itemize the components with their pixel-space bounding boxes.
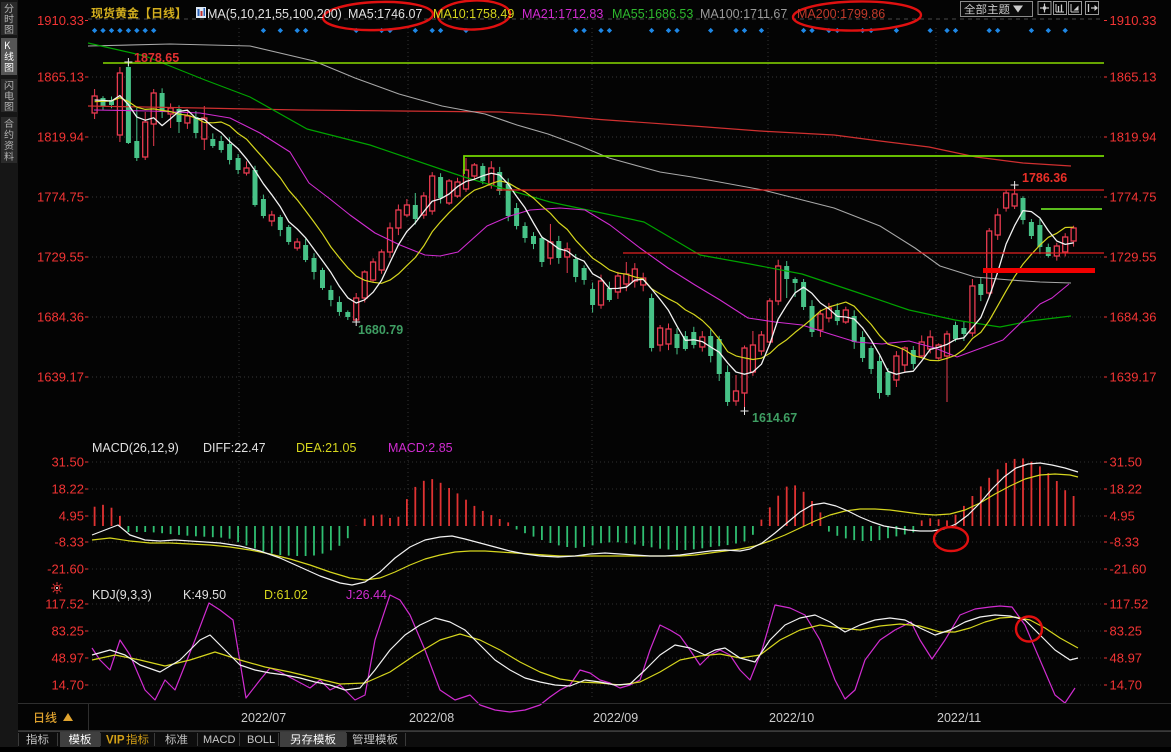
svg-text:48.97: 48.97: [51, 651, 84, 666]
svg-text:-8.33: -8.33: [54, 535, 84, 550]
svg-text:MA(5,10,21,55,100,200): MA(5,10,21,55,100,200): [207, 7, 342, 21]
svg-text:31.50: 31.50: [51, 455, 84, 470]
svg-text:1910.33: 1910.33: [37, 13, 84, 28]
svg-text:31.50: 31.50: [1110, 455, 1143, 470]
svg-text:1684.36: 1684.36: [1110, 310, 1157, 325]
svg-text:MACD:2.85: MACD:2.85: [388, 441, 453, 455]
svg-text:MA10:1758.49: MA10:1758.49: [433, 7, 514, 21]
svg-text:MA21:1712.83: MA21:1712.83: [522, 7, 603, 21]
svg-text:DEA:21.05: DEA:21.05: [296, 441, 357, 455]
svg-text:2022/08: 2022/08: [409, 711, 454, 725]
svg-text:2022/07: 2022/07: [241, 711, 286, 725]
svg-text:BOLL: BOLL: [247, 734, 275, 746]
svg-text:DIFF:22.47: DIFF:22.47: [203, 441, 266, 455]
svg-text:1819.94: 1819.94: [1110, 130, 1157, 145]
svg-text:83.25: 83.25: [1110, 624, 1143, 639]
svg-text:MA55:1686.53: MA55:1686.53: [612, 7, 693, 21]
svg-text:2022/11: 2022/11: [937, 711, 981, 725]
svg-text:18.22: 18.22: [51, 482, 84, 497]
svg-text:J:26.44: J:26.44: [346, 588, 387, 602]
svg-text:1614.67: 1614.67: [752, 411, 797, 425]
svg-text:1878.65: 1878.65: [134, 51, 179, 65]
svg-text:48.97: 48.97: [1110, 651, 1143, 666]
svg-text:1639.17: 1639.17: [37, 370, 84, 385]
svg-text:D:61.02: D:61.02: [264, 588, 308, 602]
svg-text:1819.94: 1819.94: [37, 130, 84, 145]
svg-text:83.25: 83.25: [51, 624, 84, 639]
svg-text:MACD(26,12,9): MACD(26,12,9): [92, 441, 179, 455]
svg-text:1910.33: 1910.33: [1110, 13, 1157, 28]
svg-text:MA200:1799.86: MA200:1799.86: [797, 7, 885, 21]
svg-text:4.95: 4.95: [59, 509, 84, 524]
svg-text:MACD: MACD: [203, 734, 235, 746]
svg-text:KDJ(9,3,3): KDJ(9,3,3): [92, 588, 152, 602]
svg-text:1865.13: 1865.13: [37, 70, 84, 85]
svg-text:18.22: 18.22: [1110, 482, 1143, 497]
svg-text:1680.79: 1680.79: [358, 323, 403, 337]
svg-text:1729.55: 1729.55: [1110, 250, 1157, 265]
svg-text:14.70: 14.70: [51, 678, 84, 693]
svg-text:-21.60: -21.60: [1110, 562, 1147, 577]
svg-text:1639.17: 1639.17: [1110, 370, 1157, 385]
svg-text:1684.36: 1684.36: [37, 310, 84, 325]
svg-text:1774.75: 1774.75: [37, 190, 84, 205]
svg-text:-21.60: -21.60: [47, 562, 84, 577]
svg-text:117.52: 117.52: [1110, 597, 1149, 612]
svg-text:2022/10: 2022/10: [769, 711, 814, 725]
svg-text:K:49.50: K:49.50: [183, 588, 226, 602]
svg-text:VIP: VIP: [106, 735, 125, 747]
svg-text:4.95: 4.95: [1110, 509, 1135, 524]
svg-text:14.70: 14.70: [1110, 678, 1143, 693]
svg-text:1729.55: 1729.55: [37, 250, 84, 265]
svg-text:MA100:1711.67: MA100:1711.67: [700, 7, 787, 21]
svg-text:1865.13: 1865.13: [1110, 70, 1157, 85]
svg-text:2022/09: 2022/09: [593, 711, 638, 725]
svg-text:1774.75: 1774.75: [1110, 190, 1157, 205]
svg-text:-8.33: -8.33: [1110, 535, 1140, 550]
svg-text:1786.36: 1786.36: [1022, 171, 1067, 185]
svg-text:117.52: 117.52: [45, 597, 84, 612]
svg-text:MA5:1746.07: MA5:1746.07: [348, 7, 422, 21]
